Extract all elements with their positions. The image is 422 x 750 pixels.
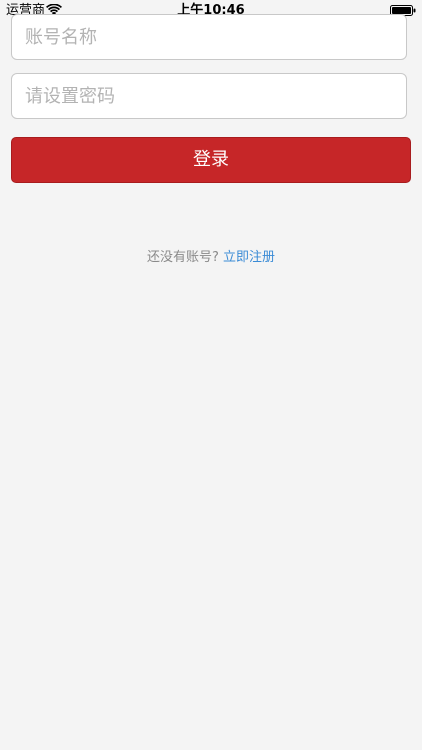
login-button[interactable]: 登录 [11,137,411,183]
register-row: 还没有账号? 立即注册 [0,249,422,267]
password-field[interactable] [11,73,407,119]
account-input[interactable] [12,15,406,59]
register-prompt: 还没有账号? [147,250,219,265]
account-field[interactable] [11,14,407,60]
register-link[interactable]: 立即注册 [223,250,275,265]
password-input[interactable] [12,74,406,118]
